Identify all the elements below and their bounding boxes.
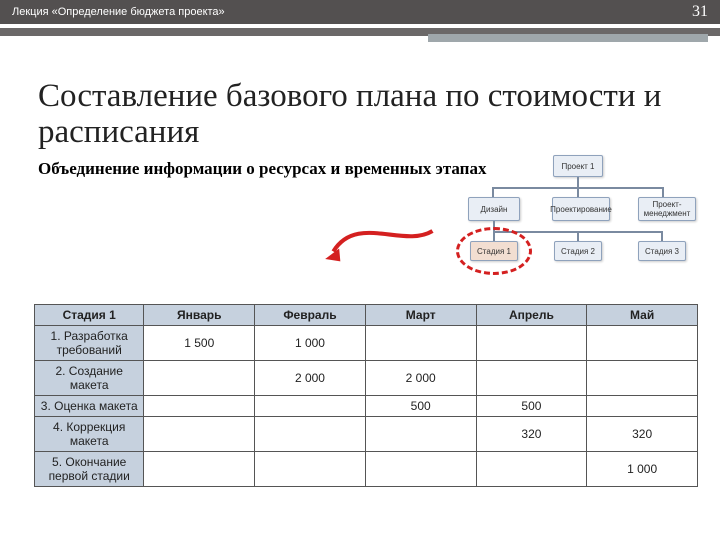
- cell: 1 000: [587, 452, 698, 487]
- col-month-1: Февраль: [255, 305, 366, 326]
- cell: [365, 417, 476, 452]
- cell: [587, 361, 698, 396]
- cell: 2 000: [255, 361, 366, 396]
- cell: [476, 361, 587, 396]
- cell: [365, 326, 476, 361]
- cell: 1 000: [255, 326, 366, 361]
- lecture-label: Лекция «Определение бюджета проекта»: [12, 6, 225, 18]
- col-month-0: Январь: [144, 305, 255, 326]
- cell: [255, 452, 366, 487]
- node-mid-1: Проектирование: [552, 197, 610, 221]
- cell: [255, 396, 366, 417]
- decor-stripes: [0, 24, 720, 46]
- cell: [587, 326, 698, 361]
- slide-number: 31: [692, 3, 708, 21]
- cell: [476, 326, 587, 361]
- table-header-row: Стадия 1 Январь Февраль Март Апрель Май: [35, 305, 698, 326]
- table-row: 5. Окончание первой стадии 1 000: [35, 452, 698, 487]
- row-label: 1. Разработка требований: [35, 326, 144, 361]
- cell: 2 000: [365, 361, 476, 396]
- schedule-table: Стадия 1 Январь Февраль Март Апрель Май …: [34, 304, 698, 487]
- row-label: 2. Создание макета: [35, 361, 144, 396]
- col-month-3: Апрель: [476, 305, 587, 326]
- col-month-2: Март: [365, 305, 476, 326]
- node-leaf-1: Стадия 2: [554, 241, 602, 261]
- node-mid-2: Проект-менеджмент: [638, 197, 696, 221]
- cell: [144, 396, 255, 417]
- table-row: 2. Создание макета 2 000 2 000: [35, 361, 698, 396]
- node-root: Проект 1: [553, 155, 603, 177]
- cell: [144, 452, 255, 487]
- table-row: 3. Оценка макета 500 500: [35, 396, 698, 417]
- cell: 320: [476, 417, 587, 452]
- topbar: Лекция «Определение бюджета проекта» 31: [0, 0, 720, 24]
- cell: [365, 452, 476, 487]
- cell: [255, 417, 366, 452]
- col-month-4: Май: [587, 305, 698, 326]
- table-row: 4. Коррекция макета 320 320: [35, 417, 698, 452]
- table-row: 1. Разработка требований 1 500 1 000: [35, 326, 698, 361]
- cell: 1 500: [144, 326, 255, 361]
- row-label: 5. Окончание первой стадии: [35, 452, 144, 487]
- cell: 500: [476, 396, 587, 417]
- cell: [476, 452, 587, 487]
- cell: [144, 361, 255, 396]
- org-diagram: Проект 1 Дизайн Проектирование Проект-ме…: [458, 155, 698, 285]
- cell: 500: [365, 396, 476, 417]
- cell: [144, 417, 255, 452]
- col-stage: Стадия 1: [35, 305, 144, 326]
- node-leaf-2: Стадия 3: [638, 241, 686, 261]
- row-label: 4. Коррекция макета: [35, 417, 144, 452]
- arrow-icon: [280, 196, 480, 266]
- row-label: 3. Оценка макета: [35, 396, 144, 417]
- cell: 320: [587, 417, 698, 452]
- cell: [587, 396, 698, 417]
- page-title: Составление базового плана по стоимости …: [38, 78, 682, 151]
